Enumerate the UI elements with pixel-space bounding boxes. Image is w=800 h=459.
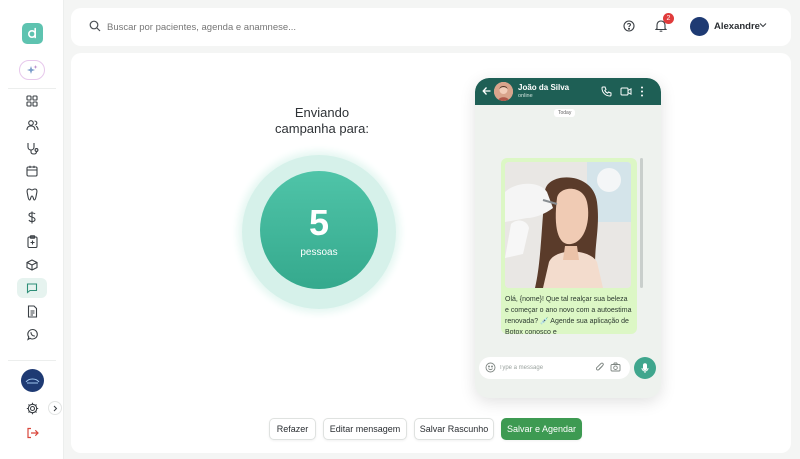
logout-icon bbox=[26, 427, 39, 439]
message-input-bar bbox=[479, 357, 630, 379]
clinic-avatar[interactable] bbox=[21, 369, 44, 392]
message-text: Olá, {nome}! Que tal realçar sua beleza … bbox=[505, 296, 632, 336]
chat-icon bbox=[26, 283, 38, 294]
app-logo-icon[interactable] bbox=[22, 23, 43, 44]
document-icon bbox=[27, 304, 37, 318]
recipient-count: 5 bbox=[308, 201, 330, 243]
video-call-icon[interactable] bbox=[620, 86, 632, 97]
chat-header: João da Silva online bbox=[475, 78, 661, 105]
user-name[interactable]: Alexandre bbox=[714, 21, 760, 32]
expand-sidebar-button[interactable] bbox=[48, 401, 62, 415]
settings-button[interactable] bbox=[21, 399, 43, 417]
search-input[interactable] bbox=[107, 18, 427, 36]
calendar-icon bbox=[26, 165, 38, 177]
dollar-icon bbox=[28, 211, 36, 223]
gear-icon bbox=[26, 402, 38, 414]
save-draft-button[interactable]: Salvar Rascunho bbox=[414, 418, 494, 440]
clinic-logo-icon bbox=[25, 378, 40, 383]
mic-icon bbox=[641, 362, 649, 373]
sidebar-item-finance[interactable] bbox=[21, 208, 43, 226]
sparkle-icon bbox=[27, 65, 38, 74]
sidebar-item-whatsapp[interactable] bbox=[21, 325, 43, 343]
user-avatar[interactable] bbox=[690, 17, 709, 36]
contact-status: online bbox=[518, 93, 533, 99]
sidebar-item-calendar[interactable] bbox=[21, 162, 43, 180]
chevron-right-icon bbox=[53, 405, 58, 411]
sidebar-item-stethoscope[interactable] bbox=[21, 139, 43, 157]
logout-button[interactable] bbox=[21, 424, 43, 442]
recipient-count-circle: 5 pessoas bbox=[260, 171, 378, 289]
contact-name: João da Silva bbox=[518, 83, 570, 92]
sidebar-item-clipboard[interactable] bbox=[21, 232, 43, 250]
chat-scrollbar[interactable] bbox=[640, 158, 643, 288]
edit-message-button[interactable]: Editar mensagem bbox=[323, 418, 407, 440]
mic-button[interactable] bbox=[634, 357, 656, 379]
save-and-schedule-button[interactable]: Salvar e Agendar bbox=[501, 418, 582, 440]
sidebar-item-inventory[interactable] bbox=[21, 256, 43, 274]
sidebar-item-patients[interactable] bbox=[21, 116, 43, 134]
recipient-count-unit: pessoas bbox=[300, 246, 338, 258]
users-icon bbox=[25, 120, 39, 131]
ai-sparkle-button[interactable] bbox=[19, 60, 45, 80]
whatsapp-preview: João da Silva online Today Olá, {nome}! … bbox=[475, 78, 661, 398]
back-arrow-icon[interactable] bbox=[482, 85, 492, 97]
help-icon[interactable] bbox=[623, 20, 635, 32]
message-image bbox=[505, 162, 631, 288]
camera-icon[interactable] bbox=[610, 362, 621, 372]
sidebar-divider bbox=[8, 360, 56, 361]
sidebar-item-documents[interactable] bbox=[21, 302, 43, 320]
contact-avatar[interactable] bbox=[494, 82, 513, 101]
chevron-down-icon[interactable] bbox=[759, 22, 767, 28]
main-panel: Enviando campanha para: 5 pessoas João d… bbox=[71, 53, 791, 453]
grid-icon bbox=[26, 95, 38, 107]
redo-button[interactable]: Refazer bbox=[269, 418, 316, 440]
sidebar-item-dashboard[interactable] bbox=[21, 92, 43, 110]
tooth-icon bbox=[26, 187, 38, 201]
notifications-button[interactable]: 2 bbox=[654, 13, 674, 33]
sidebar-divider bbox=[8, 88, 56, 89]
clipboard-icon bbox=[26, 234, 38, 248]
attachment-icon[interactable] bbox=[595, 362, 605, 373]
sidebar bbox=[0, 0, 64, 459]
top-header: 2 Alexandre bbox=[71, 8, 791, 46]
message-input[interactable] bbox=[499, 361, 589, 375]
sidebar-item-dental[interactable] bbox=[21, 185, 43, 203]
message-bubble: Olá, {nome}! Que tal realçar sua beleza … bbox=[501, 158, 637, 336]
search-icon bbox=[89, 20, 101, 32]
campaign-title: Enviando campanha para: bbox=[275, 105, 369, 136]
stethoscope-icon bbox=[26, 142, 38, 155]
phone-call-icon[interactable] bbox=[601, 86, 612, 97]
box-icon bbox=[26, 259, 38, 271]
emoji-icon[interactable] bbox=[485, 362, 496, 373]
more-options-icon[interactable] bbox=[640, 86, 644, 97]
chat-date-label: Today bbox=[554, 109, 576, 117]
notification-count-badge: 2 bbox=[663, 13, 674, 24]
whatsapp-icon bbox=[26, 328, 38, 341]
sidebar-item-messages[interactable] bbox=[17, 278, 47, 298]
